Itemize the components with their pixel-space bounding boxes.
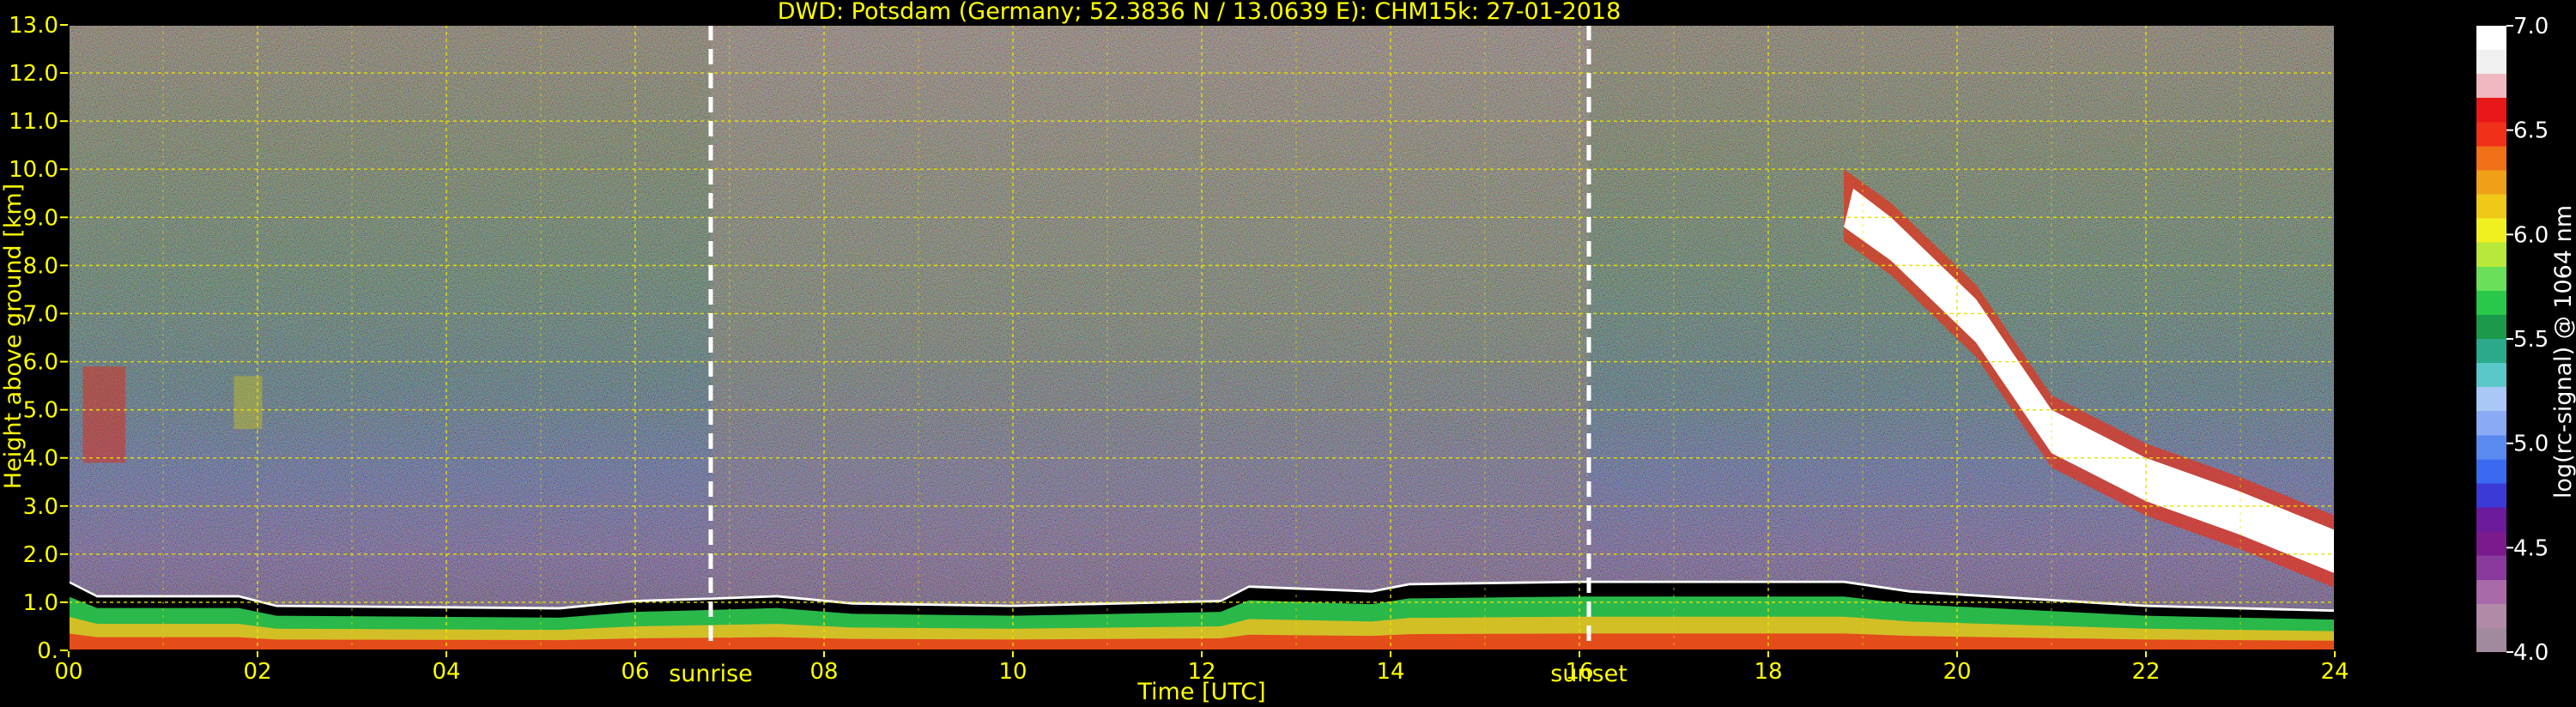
- colorbar-tick-label: 5.5: [2513, 327, 2549, 353]
- y-tick-label: 4.0: [23, 446, 58, 472]
- x-tick-label: 04: [432, 659, 460, 685]
- y-tick-label: 9.0: [23, 205, 58, 231]
- x-tick-label: 22: [2131, 659, 2160, 685]
- y-tick-label: 11.0: [9, 109, 58, 135]
- colorbar-tick-label: 5.0: [2513, 432, 2549, 457]
- y-tick-label: 2.0: [23, 542, 58, 568]
- mid-cloud-1: [82, 366, 125, 463]
- colorbar-tick-label: 4.0: [2513, 640, 2549, 666]
- ceilometer-chart: sunrise sunset 0.1.02.03.04.05.06.07.08.0…: [0, 0, 2576, 705]
- colorbar-label: log(rc-signal) @ 1064 nm: [2550, 205, 2576, 499]
- x-axis-label: Time [UTC]: [1136, 679, 1265, 705]
- y-tick-label: 3.0: [23, 494, 58, 520]
- colorbar: 4.0 4.5 5.0 5.5 6.0 6.5 7.0: [2476, 14, 2549, 666]
- colorbar-tick-label: 6.5: [2513, 118, 2549, 144]
- colorbar-tick-label: 4.5: [2513, 535, 2549, 561]
- x-tick-label: 18: [1754, 659, 1782, 685]
- colorbar-tick-label: 7.0: [2513, 14, 2549, 39]
- x-tick-label: 02: [243, 659, 271, 685]
- x-tick-label: 20: [1943, 659, 1971, 685]
- y-tick-label: 13.0: [9, 13, 58, 39]
- y-tick-label: 7.0: [23, 301, 58, 327]
- y-tick-label: 5.0: [23, 398, 58, 424]
- sunrise-label: sunrise: [669, 661, 753, 687]
- y-axis-label: Height above ground [km]: [0, 184, 27, 489]
- x-tick-label: 10: [998, 659, 1027, 685]
- colorbar-tick-label: 6.0: [2513, 222, 2549, 248]
- y-tick-label: 6.0: [23, 350, 58, 376]
- x-tick-label: 14: [1376, 659, 1404, 685]
- y-tick-label: 12.0: [9, 61, 58, 87]
- x-tick-label: 06: [621, 659, 649, 685]
- x-tick-label: 24: [2320, 659, 2349, 685]
- x-tick-label: 08: [809, 659, 838, 685]
- x-tick-label: 16: [1565, 659, 1593, 685]
- colorbar-gradient: [2476, 26, 2506, 652]
- y-tick-label: 1.0: [23, 590, 58, 616]
- chart-title: DWD: Potsdam (Germany; 52.3836 N / 13.06…: [778, 0, 1621, 25]
- y-tick-label: 10.0: [9, 157, 58, 183]
- y-tick-label: 8.0: [23, 253, 58, 279]
- x-tick-label: 00: [54, 659, 82, 685]
